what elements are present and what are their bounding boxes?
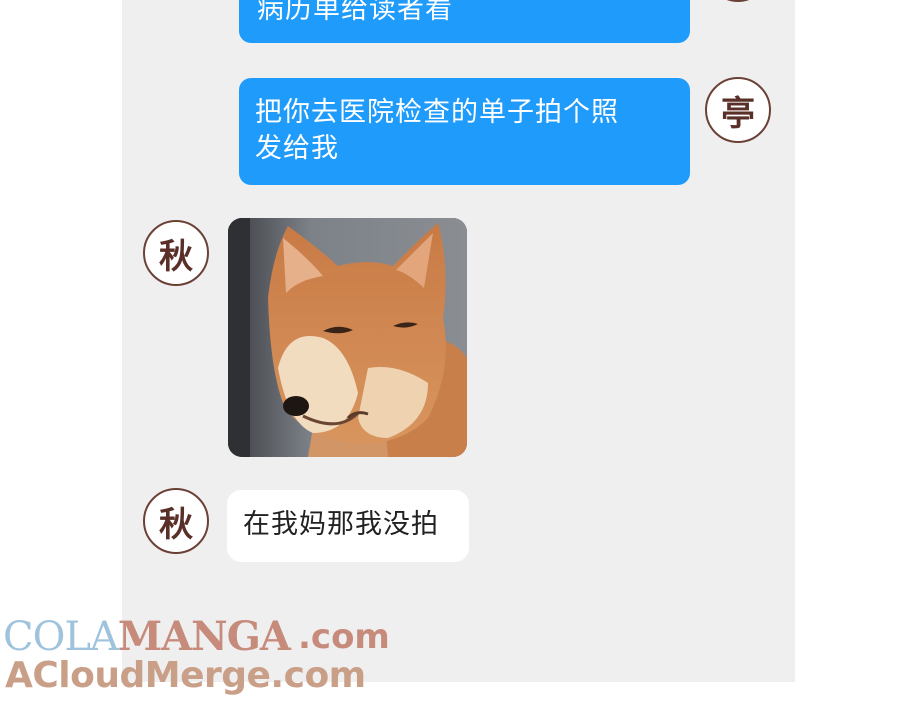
avatar-other[interactable]: 秋: [143, 488, 209, 554]
avatar-glyph: 亭: [721, 93, 755, 134]
message-text: 在我妈那我没拍: [243, 509, 439, 540]
watermark-manga: MANGA: [117, 613, 291, 660]
message-bubble-incoming[interactable]: 在我妈那我没拍: [227, 490, 469, 562]
message-bubble-outgoing[interactable]: 把你去医院检查的单子拍个照 发给我: [239, 78, 690, 185]
chat-screen: 病历单给读者看 把你去医院检查的单子拍个照 发给我 亭 秋 秋 在我妈那我没拍 …: [0, 0, 900, 703]
watermark-line2: ACloudMerge.com: [5, 655, 366, 696]
message-text: 把你去医院检查的单子拍个照 发给我: [255, 97, 619, 164]
avatar-glyph: 秋: [159, 504, 193, 545]
message-bubble-outgoing[interactable]: 病历单给读者看: [239, 0, 690, 43]
avatar-glyph: 秋: [159, 236, 193, 277]
image-message-shiba-photo[interactable]: [228, 218, 467, 457]
shiba-dog-photo-icon: [228, 218, 467, 457]
avatar-other[interactable]: 秋: [143, 220, 209, 286]
site-watermark: COLAMANGA .com ACloudMerge.com: [0, 612, 430, 703]
message-text: 病历单给读者看: [257, 0, 453, 25]
avatar-self[interactable]: 亭: [705, 77, 771, 143]
